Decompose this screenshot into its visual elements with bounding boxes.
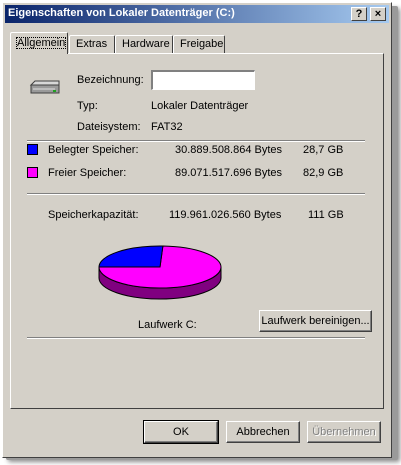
tab-label: Hardware bbox=[122, 38, 170, 50]
apply-button[interactable]: Übernehmen bbox=[307, 421, 381, 443]
tab-label: Allgemein bbox=[16, 37, 67, 49]
used-label: Belegter Speicher: bbox=[48, 144, 139, 156]
help-button[interactable]: ? bbox=[351, 7, 367, 21]
type-label: Typ: bbox=[77, 100, 98, 112]
tab-label: Freigabe bbox=[180, 38, 224, 50]
name-input[interactable] bbox=[151, 70, 255, 90]
name-label: Bezeichnung: bbox=[77, 74, 144, 86]
tab-extras[interactable]: Extras bbox=[69, 35, 115, 53]
capacity-gb: 111 GB bbox=[308, 209, 344, 221]
properties-dialog: Eigenschaften von Lokaler Datenträger (C… bbox=[2, 2, 392, 458]
type-value: Lokaler Datenträger bbox=[151, 100, 249, 112]
ok-button[interactable]: OK bbox=[143, 420, 219, 444]
capacity-label: Speicherkapazität: bbox=[48, 209, 139, 221]
general-panel: Bezeichnung: Typ: Lokaler Datenträger Da… bbox=[10, 53, 384, 409]
separator bbox=[27, 140, 365, 142]
free-bytes: 89.071.517.696 Bytes bbox=[175, 167, 283, 179]
tab-allgemein[interactable]: Allgemein bbox=[10, 32, 68, 54]
tab-label: Extras bbox=[76, 38, 108, 50]
separator bbox=[27, 193, 365, 195]
close-button[interactable]: × bbox=[370, 7, 386, 21]
used-gb: 28,7 GB bbox=[303, 144, 344, 156]
free-color-swatch bbox=[27, 167, 38, 178]
free-label: Freier Speicher: bbox=[48, 167, 127, 179]
used-color-swatch bbox=[27, 144, 38, 155]
disk-cleanup-button[interactable]: Laufwerk bereinigen... bbox=[259, 310, 372, 332]
window-title: Eigenschaften von Lokaler Datenträger (C… bbox=[8, 7, 235, 19]
drive-label: Laufwerk C: bbox=[138, 319, 197, 331]
disk-usage-pie-chart bbox=[98, 245, 222, 300]
filesystem-label: Dateisystem: bbox=[77, 121, 141, 133]
used-space-slice bbox=[98, 245, 164, 268]
tab-freigabe[interactable]: Freigabe bbox=[173, 35, 225, 53]
used-bytes: 30.889.508.864 Bytes bbox=[175, 144, 283, 156]
tab-hardware[interactable]: Hardware bbox=[115, 35, 173, 53]
separator bbox=[27, 337, 365, 339]
cancel-button[interactable]: Abbrechen bbox=[226, 421, 300, 443]
capacity-bytes: 119.961.026.560 Bytes bbox=[169, 209, 282, 221]
free-gb: 82,9 GB bbox=[303, 167, 344, 179]
filesystem-value: FAT32 bbox=[151, 121, 183, 133]
drive-icon bbox=[29, 80, 60, 94]
title-bar[interactable]: Eigenschaften von Lokaler Datenträger (C… bbox=[5, 5, 389, 23]
